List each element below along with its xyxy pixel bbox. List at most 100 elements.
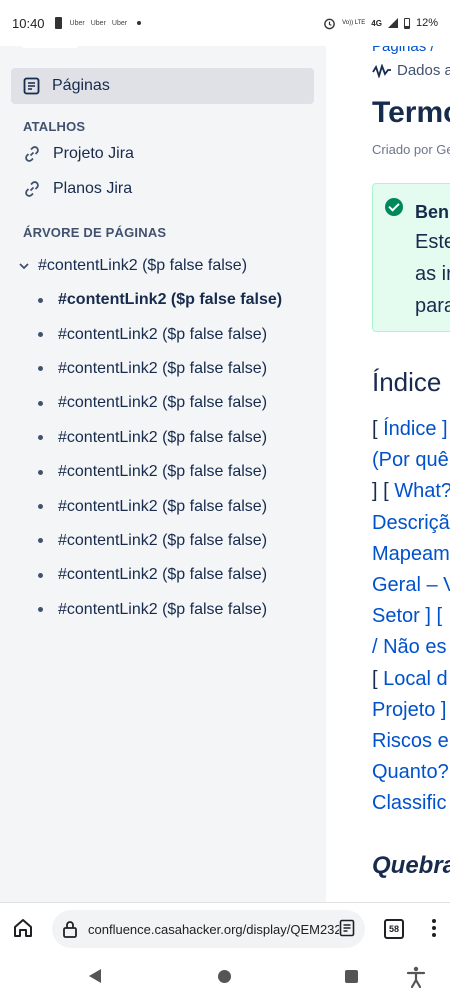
reader-mode-button[interactable] xyxy=(339,919,355,942)
toc-link[interactable]: / Não es xyxy=(372,636,446,658)
toc-link[interactable]: Descriçã xyxy=(372,512,450,534)
url-text: confluence.casahacker.org/display/QEM232… xyxy=(88,921,349,937)
tree-item[interactable]: #contentLink2 ($p false false) xyxy=(38,352,282,386)
toc-line: Classific xyxy=(372,788,450,819)
page-icon xyxy=(23,77,40,95)
toc-heading: Índice xyxy=(372,367,442,397)
link-icon xyxy=(25,146,39,162)
tree-item[interactable]: #contentLink2 ($p false false) xyxy=(38,317,282,351)
toc-link[interactable]: What? xyxy=(394,480,450,502)
toc-link[interactable]: Quanto? xyxy=(372,761,449,783)
toc-link[interactable]: Geral – V xyxy=(372,574,450,596)
browser-toolbar: confluence.casahacker.org/display/QEM232… xyxy=(0,902,450,954)
battery-percent: 12% xyxy=(415,17,438,29)
toc-link[interactable]: Projeto ] xyxy=(372,699,446,721)
toc-bracket: [ xyxy=(372,418,384,440)
tree-item[interactable]: #contentLink2 ($p false false) xyxy=(38,489,282,523)
toc-link[interactable]: Classific xyxy=(372,792,446,814)
menu-dot-icon xyxy=(432,919,436,923)
home-button[interactable] xyxy=(12,918,34,943)
shortcut-projeto-jira[interactable]: Projeto Jira xyxy=(23,145,134,163)
toc-line: / Não es xyxy=(372,632,450,663)
bullet-icon xyxy=(38,607,43,613)
sidebar-item-pages[interactable]: Páginas xyxy=(11,68,314,104)
tree-item-label: #contentLink2 ($p false false) xyxy=(58,291,283,309)
bullet-icon xyxy=(38,366,43,372)
tree-item[interactable]: #contentLink2 ($p false false) xyxy=(38,524,282,558)
status-bar: 10:40 Uber Uber Uber Vo)) LTE 4G 12% xyxy=(0,0,450,46)
toc-line: (Por quê xyxy=(372,445,450,476)
check-circle-icon xyxy=(385,198,403,216)
shortcut-label: Projeto Jira xyxy=(53,145,134,162)
shortcut-planos-jira[interactable]: Planos Jira xyxy=(23,180,132,198)
signal-icon xyxy=(387,18,398,28)
tree-item-label: #contentLink2 ($p false false) xyxy=(58,463,268,481)
toc-bracket: ] [ xyxy=(372,480,395,503)
address-bar[interactable]: confluence.casahacker.org/display/QEM232… xyxy=(52,910,365,948)
toc-link[interactable]: Riscos e xyxy=(372,730,449,752)
more-notifications-dot-icon xyxy=(137,21,142,25)
menu-dot-icon xyxy=(432,926,436,930)
shortcut-label: Planos Jira xyxy=(53,180,133,197)
tree-item[interactable]: #contentLink2 ($p false false) xyxy=(38,558,282,592)
page-byline: Criado por Ge xyxy=(372,142,450,157)
status-time: 10:40 xyxy=(12,15,45,31)
toc-link[interactable]: (Por quê xyxy=(372,449,449,471)
tree-item[interactable]: #contentLink2 ($p false false) xyxy=(38,386,282,420)
panel-text-line: as ir xyxy=(415,263,450,285)
notification-label: Uber xyxy=(111,19,128,27)
tab-switcher-button[interactable]: 58 xyxy=(384,919,404,939)
toc-line: ] [ What? xyxy=(372,476,450,507)
tree-item[interactable]: #contentLink2 ($p false false) xyxy=(38,421,282,455)
page-tree-heading: ÁRVORE DE PÁGINAS xyxy=(23,225,167,240)
panel-title: Ben xyxy=(415,202,450,222)
breadcrumb[interactable]: Páginas / xyxy=(372,46,435,55)
link-icon xyxy=(25,181,39,197)
home-nav-icon[interactable] xyxy=(218,970,231,983)
tree-item[interactable]: #contentLink2 ($p false false) xyxy=(38,283,282,317)
bullet-icon xyxy=(38,572,43,578)
sidebar-item-label: Páginas xyxy=(52,77,110,94)
toc-line: [ Índice ] xyxy=(372,414,450,445)
bullet-icon xyxy=(38,332,43,338)
toc-line: Quanto? xyxy=(372,757,450,788)
chevron-down-icon[interactable] xyxy=(18,260,30,272)
overflow-menu-button[interactable] xyxy=(424,919,444,939)
home-icon xyxy=(14,919,32,937)
bullet-icon xyxy=(38,435,43,441)
tree-item[interactable]: #contentLink2 ($p false false) xyxy=(38,455,282,489)
tree-root-item[interactable]: #contentLink2 ($p false false) xyxy=(18,257,247,275)
analytics-label: Dados a xyxy=(397,62,450,79)
analytics-link[interactable]: Dados a xyxy=(372,62,450,79)
toc-line: Descriçã xyxy=(372,508,450,539)
tree-item-label: #contentLink2 ($p false false) xyxy=(58,566,268,584)
tree-item[interactable]: #contentLink2 ($p false false) xyxy=(38,593,282,627)
recents-icon[interactable] xyxy=(345,970,358,983)
tree-root-label: #contentLink2 ($p false false) xyxy=(38,257,248,274)
notification-label: Uber xyxy=(90,19,106,27)
analytics-icon xyxy=(372,63,391,78)
toc-line: Mapeam xyxy=(372,539,450,570)
toc-line: Projeto ] xyxy=(372,695,450,726)
sim-icon xyxy=(54,17,62,29)
tree-item-label: #contentLink2 ($p false false) xyxy=(58,394,268,412)
toc-link[interactable]: Índice ] xyxy=(383,418,447,440)
toc-line: Geral – V xyxy=(372,570,450,601)
toc-link[interactable]: Mapeam xyxy=(372,543,450,565)
tree-item-label: #contentLink2 ($p false false) xyxy=(58,600,268,618)
toc-link[interactable]: Setor ] [ xyxy=(372,605,442,627)
sidebar-top-button-edge[interactable] xyxy=(22,46,78,48)
menu-dot-icon xyxy=(432,933,436,937)
lock-icon xyxy=(63,921,77,938)
tree-item-label: #contentLink2 ($p false false) xyxy=(58,428,268,446)
volte-indicator: Vo)) LTE xyxy=(342,20,366,26)
toc-line: Riscos e xyxy=(372,726,450,757)
panel-text-line: para xyxy=(415,295,450,317)
accessibility-icon[interactable] xyxy=(406,966,426,993)
toc-bracket: [ xyxy=(372,667,384,690)
back-icon[interactable] xyxy=(89,969,101,983)
toc-link[interactable]: Local d xyxy=(383,668,448,690)
section-heading: Quebra xyxy=(372,852,450,879)
bullet-icon xyxy=(38,400,43,406)
battery-icon xyxy=(403,17,410,29)
